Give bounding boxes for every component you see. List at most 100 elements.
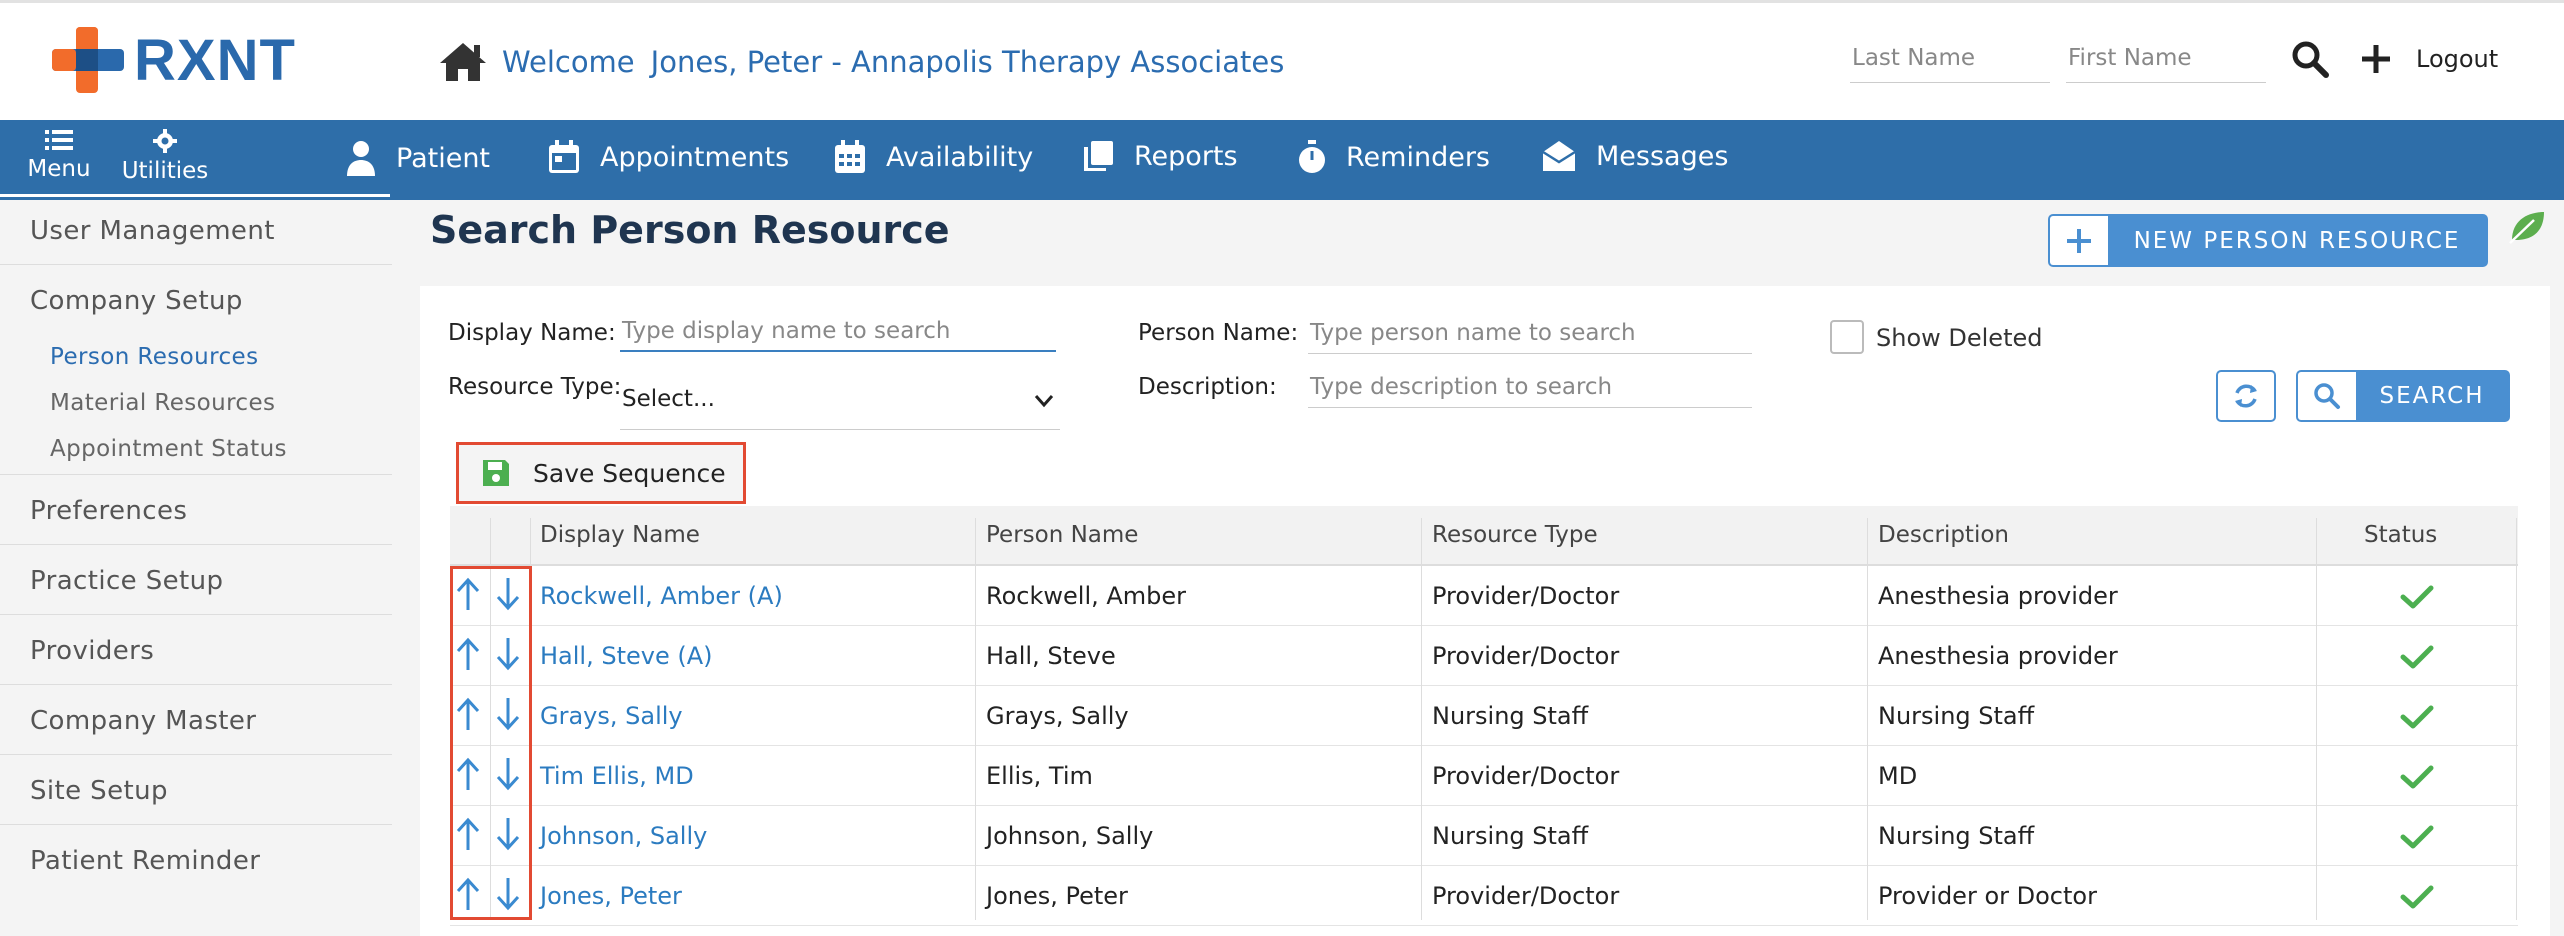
sidebar-divider xyxy=(0,824,392,825)
nav-patient[interactable]: Patient xyxy=(346,140,490,176)
sidebar-item-preferences[interactable]: Preferences xyxy=(30,496,187,526)
refresh-button[interactable] xyxy=(2216,370,2276,422)
column-divider xyxy=(490,518,491,920)
sidebar-subitem-material-resources[interactable]: Material Resources xyxy=(50,390,275,416)
description-label: Description: xyxy=(1138,374,1277,400)
column-header-status[interactable]: Status xyxy=(2364,522,2437,548)
calendar-grid-icon xyxy=(835,140,865,173)
sidebar-divider xyxy=(0,684,392,685)
description-input[interactable]: Type description to search xyxy=(1308,370,1752,408)
column-header-person-name[interactable]: Person Name xyxy=(986,522,1138,548)
move-down-arrow-icon[interactable] xyxy=(494,636,522,672)
nav-reports-label: Reports xyxy=(1134,140,1238,172)
sidebar-subitem-appointment-status[interactable]: Appointment Status xyxy=(50,436,287,462)
move-up-arrow-icon[interactable] xyxy=(454,756,482,792)
save-sequence-button[interactable]: Save Sequence xyxy=(456,442,746,504)
sidebar-item-user-management[interactable]: User Management xyxy=(30,216,275,246)
table-row: Hall, Steve (A) Hall, Steve Provider/Docto… xyxy=(450,626,2518,686)
column-header-resource-type[interactable]: Resource Type xyxy=(1432,522,1598,548)
sidebar: User Management Company Setup Person Res… xyxy=(0,200,392,936)
display-name-link[interactable]: Hall, Steve (A) xyxy=(540,642,713,670)
person-icon xyxy=(347,141,375,176)
sidebar-item-practice-setup[interactable]: Practice Setup xyxy=(30,566,223,596)
app-header: RXNT Welcome Jones, Peter - Annapolis Th… xyxy=(0,0,2564,120)
sidebar-divider xyxy=(0,614,392,615)
display-name-link[interactable]: Tim Ellis, MD xyxy=(540,762,694,790)
display-name-link[interactable]: Jones, Peter xyxy=(540,882,682,910)
status-check-icon xyxy=(2400,704,2434,734)
logout-link[interactable]: Logout xyxy=(2416,45,2498,73)
display-name-label: Display Name: xyxy=(448,320,616,346)
resource-type-select[interactable]: Select... xyxy=(620,378,1060,430)
description-cell: Nursing Staff xyxy=(1878,822,2035,850)
last-name-input[interactable]: Last Name xyxy=(1850,41,2050,83)
move-down-arrow-icon[interactable] xyxy=(494,756,522,792)
save-sequence-label: Save Sequence xyxy=(533,458,726,488)
column-divider xyxy=(530,518,531,920)
move-up-arrow-icon[interactable] xyxy=(454,576,482,612)
display-name-link[interactable]: Grays, Sally xyxy=(540,702,683,730)
sidebar-subitem-person-resources[interactable]: Person Resources xyxy=(50,344,258,370)
description-cell: Provider or Doctor xyxy=(1878,882,2097,910)
sidebar-item-site-setup[interactable]: Site Setup xyxy=(30,776,168,806)
table-row: Grays, Sally Grays, Sally Nursing Staff Nur… xyxy=(450,686,2518,746)
nav-appointments-label: Appointments xyxy=(600,141,790,173)
move-up-arrow-icon[interactable] xyxy=(454,696,482,732)
rxnt-logo[interactable]: RXNT xyxy=(52,25,296,95)
person-name-input[interactable]: Type person name to search xyxy=(1308,316,1752,354)
sidebar-item-patient-reminder[interactable]: Patient Reminder xyxy=(30,846,260,876)
nav-messages[interactable]: Messages xyxy=(1542,140,1728,172)
logo-text: RXNT xyxy=(134,27,296,93)
search-label: SEARCH xyxy=(2379,383,2485,409)
nav-appointments[interactable]: Appointments xyxy=(548,140,789,174)
move-up-arrow-icon[interactable] xyxy=(454,636,482,672)
person-name-cell: Johnson, Sally xyxy=(986,822,1154,850)
move-down-arrow-icon[interactable] xyxy=(494,696,522,732)
move-down-arrow-icon[interactable] xyxy=(494,576,522,612)
nav-reminders-label: Reminders xyxy=(1346,141,1490,173)
move-up-arrow-icon[interactable] xyxy=(454,876,482,912)
move-down-arrow-icon[interactable] xyxy=(494,876,522,912)
first-name-input[interactable]: First Name xyxy=(2066,41,2266,83)
column-divider xyxy=(975,518,976,920)
sidebar-item-company-setup[interactable]: Company Setup xyxy=(30,286,243,316)
person-name-cell: Jones, Peter xyxy=(986,882,1128,910)
show-deleted-label: Show Deleted xyxy=(1876,324,2043,352)
calendar-icon xyxy=(549,140,579,173)
nav-messages-label: Messages xyxy=(1596,140,1729,172)
column-header-display-name[interactable]: Display Name xyxy=(540,522,700,548)
move-up-arrow-icon[interactable] xyxy=(454,816,482,852)
person-name-cell: Hall, Steve xyxy=(986,642,1116,670)
envelope-open-icon xyxy=(1542,141,1576,171)
display-name-link[interactable]: Rockwell, Amber (A) xyxy=(540,582,783,610)
nav-patient-label: Patient xyxy=(396,142,491,174)
nav-reports[interactable]: Reports xyxy=(1082,140,1238,172)
sidebar-item-company-master[interactable]: Company Master xyxy=(30,706,256,736)
sidebar-item-providers[interactable]: Providers xyxy=(30,636,154,666)
welcome-area: Welcome Jones, Peter - Annapolis Therapy… xyxy=(438,41,1284,83)
nav-underline xyxy=(0,194,390,197)
move-down-arrow-icon[interactable] xyxy=(494,816,522,852)
resource-type-cell: Provider/Doctor xyxy=(1432,882,1620,910)
display-name-input[interactable]: Type display name to search xyxy=(620,314,1056,352)
add-icon[interactable] xyxy=(2356,39,2396,79)
home-icon[interactable] xyxy=(438,41,488,83)
table-row: Tim Ellis, MD Ellis, Tim Provider/Doctor MD xyxy=(450,746,2518,806)
welcome-user-name[interactable]: Jones, Peter - Annapolis Therapy Associa… xyxy=(651,45,1285,79)
show-deleted-checkbox[interactable] xyxy=(1830,320,1864,354)
new-person-resource-button[interactable]: NEW PERSON RESOURCE xyxy=(2048,214,2488,267)
utilities-button[interactable]: Utilities xyxy=(120,128,210,184)
table-row: Rockwell, Amber (A) Rockwell, Amber Provid… xyxy=(450,566,2518,626)
status-check-icon xyxy=(2400,584,2434,614)
search-icon[interactable] xyxy=(2290,39,2330,79)
nav-reminders[interactable]: Reminders xyxy=(1298,140,1490,174)
menu-button[interactable]: Menu xyxy=(24,128,94,182)
table-header: Display Name Person Name Resource Type D… xyxy=(450,506,2518,566)
search-button[interactable]: SEARCH xyxy=(2296,370,2510,422)
sidebar-divider xyxy=(0,474,392,475)
resource-type-cell: Nursing Staff xyxy=(1432,702,1589,730)
leaf-icon[interactable] xyxy=(2508,210,2548,244)
nav-availability[interactable]: Availability xyxy=(834,140,1033,174)
column-header-description[interactable]: Description xyxy=(1878,522,2009,548)
display-name-link[interactable]: Johnson, Sally xyxy=(540,822,707,850)
